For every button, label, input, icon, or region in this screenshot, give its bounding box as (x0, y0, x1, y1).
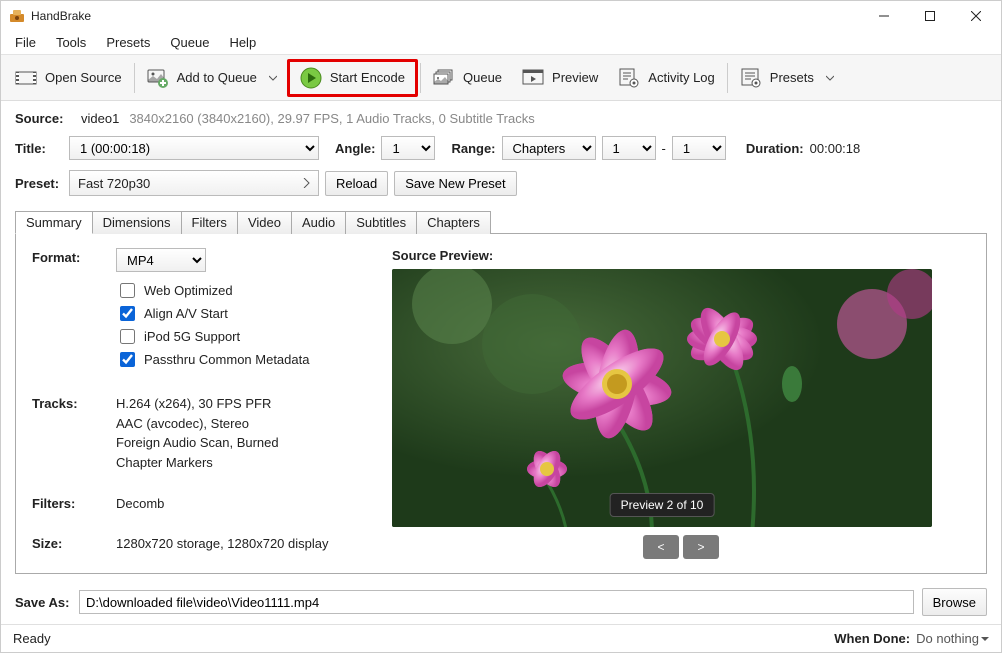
align-av-start-checkbox[interactable]: Align A/V Start (116, 303, 372, 324)
status-bar: Ready When Done: Do nothing (1, 624, 1001, 652)
duration-label: Duration: (746, 141, 804, 156)
tab-panel-summary: Format: MP4 Web Optimized Align A/V Star… (15, 234, 987, 574)
app-icon (9, 8, 25, 24)
save-as-label: Save As: (15, 595, 71, 610)
menu-tools[interactable]: Tools (46, 33, 96, 52)
when-done-select[interactable]: Do nothing (916, 631, 989, 646)
tab-filters[interactable]: Filters (181, 211, 238, 234)
save-as-input[interactable] (79, 590, 914, 614)
stack-icon (433, 67, 455, 89)
add-to-queue-button[interactable]: Add to Queue (137, 59, 287, 97)
preview-next-button[interactable]: > (683, 535, 719, 559)
save-new-preset-button[interactable]: Save New Preset (394, 171, 516, 196)
filters-label: Filters: (32, 494, 116, 511)
start-encode-button[interactable]: Start Encode (287, 59, 418, 97)
presets-button[interactable]: Presets (730, 59, 844, 97)
filters-value: Decomb (116, 494, 372, 514)
log-gear-icon (618, 67, 640, 89)
range-label: Range: (451, 141, 495, 156)
range-to-select[interactable]: 1 (672, 136, 726, 160)
tab-video[interactable]: Video (237, 211, 292, 234)
preview-button[interactable]: Preview (512, 59, 608, 97)
toolbar: Open Source Add to Queue Start Encode Qu… (1, 55, 1001, 101)
chevron-down-icon (826, 74, 834, 82)
minimize-button[interactable] (861, 1, 907, 31)
web-optimized-checkbox[interactable]: Web Optimized (116, 280, 372, 301)
source-info: 3840x2160 (3840x2160), 29.97 FPS, 1 Audi… (129, 111, 534, 126)
title-label: Title: (15, 141, 63, 156)
preset-row: Preset: Fast 720p30 Reload Save New Pres… (15, 170, 987, 196)
source-preview: Preview 2 of 10 (392, 269, 932, 527)
tab-dimensions[interactable]: Dimensions (92, 211, 182, 234)
preview-counter: Preview 2 of 10 (610, 493, 715, 517)
range-type-select[interactable]: Chapters (502, 136, 596, 160)
reload-button[interactable]: Reload (325, 171, 388, 196)
presets-gear-icon (740, 67, 762, 89)
titlebar: HandBrake (1, 1, 1001, 31)
film-icon (15, 67, 37, 89)
size-value: 1280x720 storage, 1280x720 display (116, 534, 372, 554)
source-label: Source: (15, 111, 75, 126)
chevron-down-icon (269, 74, 277, 82)
menu-file[interactable]: File (5, 33, 46, 52)
menubar: File Tools Presets Queue Help (1, 31, 1001, 55)
source-name: video1 (81, 111, 119, 126)
tab-audio[interactable]: Audio (291, 211, 346, 234)
preview-title: Source Preview: (392, 248, 970, 263)
tab-summary[interactable]: Summary (15, 211, 93, 234)
preview-prev-button[interactable]: < (643, 535, 679, 559)
tab-subtitles[interactable]: Subtitles (345, 211, 417, 234)
range-from-select[interactable]: 1 (602, 136, 656, 160)
tab-bar: Summary Dimensions Filters Video Audio S… (15, 210, 987, 234)
duration-value: 00:00:18 (810, 141, 861, 156)
preset-label: Preset: (15, 176, 63, 191)
format-select[interactable]: MP4 (116, 248, 206, 272)
angle-select[interactable]: 1 (381, 136, 435, 160)
passthru-metadata-checkbox[interactable]: Passthru Common Metadata (116, 349, 372, 370)
size-label: Size: (32, 534, 116, 551)
content-area: Source: video1 3840x2160 (3840x2160), 29… (1, 101, 1001, 580)
when-done-label: When Done: (834, 631, 910, 646)
title-select[interactable]: 1 (00:00:18) (69, 136, 319, 160)
tracks-label: Tracks: (32, 394, 116, 411)
status-text: Ready (13, 631, 51, 646)
menu-help[interactable]: Help (219, 33, 266, 52)
save-row: Save As: Browse (1, 580, 1001, 624)
format-label: Format: (32, 248, 116, 265)
window-title: HandBrake (31, 9, 91, 23)
tracks-info: H.264 (x264), 30 FPS PFR AAC (avcodec), … (116, 394, 372, 472)
tab-chapters[interactable]: Chapters (416, 211, 491, 234)
preset-select[interactable]: Fast 720p30 (69, 170, 319, 196)
image-plus-icon (147, 67, 169, 89)
maximize-button[interactable] (907, 1, 953, 31)
preview-play-icon (522, 67, 544, 89)
close-button[interactable] (953, 1, 999, 31)
menu-queue[interactable]: Queue (160, 33, 219, 52)
play-icon (300, 67, 322, 89)
title-row: Title: 1 (00:00:18) Angle: 1 Range: Chap… (15, 136, 987, 160)
source-row: Source: video1 3840x2160 (3840x2160), 29… (15, 111, 987, 126)
browse-button[interactable]: Browse (922, 588, 987, 616)
menu-presets[interactable]: Presets (96, 33, 160, 52)
chevron-right-icon (302, 178, 310, 188)
queue-button[interactable]: Queue (423, 59, 512, 97)
angle-label: Angle: (335, 141, 375, 156)
ipod-5g-checkbox[interactable]: iPod 5G Support (116, 326, 372, 347)
open-source-button[interactable]: Open Source (5, 59, 132, 97)
activity-log-button[interactable]: Activity Log (608, 59, 724, 97)
